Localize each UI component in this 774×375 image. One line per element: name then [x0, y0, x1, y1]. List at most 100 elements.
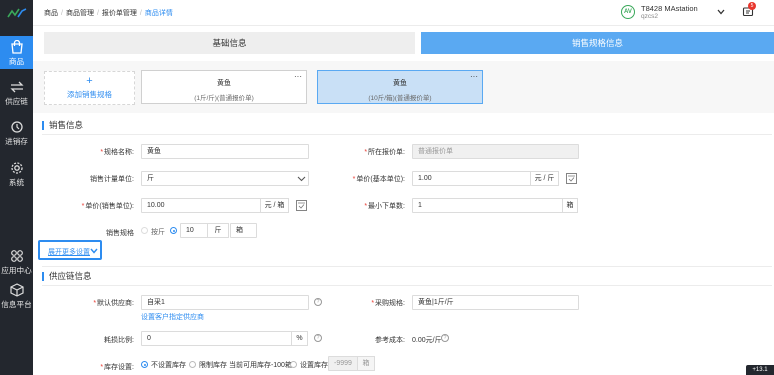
- chevron-down-icon[interactable]: [716, 8, 726, 16]
- top-bar: 商品 / 商品管理 / 报价单管理 / 商品详情 AV T8428 MAstation qz…: [33, 0, 774, 26]
- default-supplier-input[interactable]: 自采1: [141, 295, 309, 310]
- chevron-down-icon: [90, 248, 98, 254]
- loss-ratio-input[interactable]: 0: [141, 331, 292, 346]
- sidebar: 商品 供应链 进销存 系统 应用中心 信息平台: [0, 0, 33, 375]
- calculator-icon[interactable]: [296, 200, 307, 211]
- sale-price-unit: 元 / 箱: [260, 198, 289, 213]
- limit-stock-radio[interactable]: [189, 361, 196, 368]
- reference-cost-value: 0.00元/斤: [412, 337, 442, 344]
- sales-unit-label: 销售计量单位:: [90, 176, 134, 183]
- min-order-input[interactable]: 1: [412, 198, 563, 213]
- sidebar-item-label: 进销存: [5, 137, 28, 146]
- help-icon[interactable]: ?: [314, 334, 322, 342]
- store-name[interactable]: T8428 MAstation: [641, 4, 698, 13]
- calculator-icon[interactable]: [566, 173, 577, 184]
- sidebar-item-label: 供应链: [5, 97, 28, 106]
- chevron-down-icon[interactable]: [297, 176, 306, 182]
- quote-sheet-label: *所在报价单:: [364, 149, 405, 156]
- breadcrumb: 商品 / 商品管理 / 报价单管理 / 商品详情: [44, 10, 173, 17]
- sales-unit-select[interactable]: 斤: [141, 171, 309, 186]
- base-price-label: *单价(基本单位):: [352, 176, 405, 183]
- stock-setting-label: *库存设置:: [100, 364, 134, 371]
- base-price-input[interactable]: 1.00: [412, 171, 531, 186]
- expand-more-settings-label: 展开更多设置: [48, 249, 90, 256]
- store-avatar[interactable]: AV: [621, 5, 635, 19]
- add-sales-spec-label: 添加销售规格: [67, 90, 112, 99]
- tab-basic-info[interactable]: 基础信息: [44, 32, 415, 54]
- shopping-bag-icon: [10, 40, 23, 54]
- spec-name-input[interactable]: 黄鱼: [141, 144, 309, 159]
- stock-qty-unit: 箱: [357, 356, 375, 371]
- notification-count-badge: 5: [748, 2, 756, 10]
- spec-card-detail: (10斤/箱)(普通报价单): [368, 95, 432, 102]
- breadcrumb-current: 商品详情: [144, 10, 173, 17]
- sale-price-label: *单价(销售单位):: [81, 203, 134, 210]
- sidebar-item-supply-chain[interactable]: 供应链: [0, 80, 33, 107]
- spec-card[interactable]: ··· 黄鱼 (1斤/斤)(普通报价单): [141, 70, 307, 104]
- sidebar-item-label: 信息平台: [1, 300, 32, 309]
- sidebar-item-products[interactable]: 商品: [0, 36, 33, 69]
- app-logo-icon: [7, 8, 27, 18]
- app-center-icon: [10, 250, 23, 262]
- spec-qty-input[interactable]: 10: [180, 223, 208, 238]
- sidebar-item-system[interactable]: 系统: [0, 161, 33, 188]
- add-sales-spec-button[interactable]: + 添加销售规格: [44, 71, 135, 105]
- sidebar-item-label: 系统: [8, 178, 25, 187]
- cube-icon: [9, 283, 24, 297]
- sidebar-item-inventory[interactable]: 进销存: [0, 120, 33, 147]
- sidebar-item-info-platform[interactable]: 信息平台: [0, 283, 33, 310]
- min-order-label: *最小下单数:: [364, 203, 405, 210]
- purchase-spec-label: *采购规格:: [371, 300, 405, 307]
- exchange-icon: [9, 81, 24, 93]
- inventory-icon: [10, 121, 23, 133]
- section-title-supply-info: 供应链信息: [42, 272, 92, 281]
- spec-by-pack-radio[interactable]: [170, 227, 177, 234]
- sidebar-item-label: 商品: [8, 57, 25, 66]
- section-title-sales-info: 销售信息: [42, 121, 83, 130]
- divider: [42, 285, 772, 286]
- spec-name-label: *规格名称:: [100, 149, 134, 156]
- expand-more-settings-button[interactable]: 展开更多设置: [38, 240, 102, 260]
- spec-pack-unit-input[interactable]: 箱: [230, 223, 257, 238]
- sidebar-item-app-center[interactable]: 应用中心: [0, 249, 33, 276]
- stock-qty-input: -9999: [328, 356, 358, 371]
- divider: [42, 266, 772, 267]
- sales-spec-label: 销售规格: [106, 230, 134, 237]
- no-stock-label: 不设置库存: [151, 362, 186, 369]
- version-tag: +13.1: [746, 365, 774, 375]
- more-horizontal-icon[interactable]: ···: [294, 72, 302, 81]
- sidebar-item-label: 应用中心: [1, 266, 32, 275]
- min-order-unit: 箱: [562, 198, 578, 213]
- spec-card-name: 黄鱼: [393, 80, 407, 87]
- breadcrumb-item[interactable]: 商品: [44, 10, 58, 17]
- spec-card-selected[interactable]: ··· 黄鱼 (10斤/箱)(普通报价单): [317, 70, 483, 104]
- divider: [42, 134, 772, 135]
- loss-ratio-label: 耗损比例:: [104, 337, 134, 344]
- spec-card-name: 黄鱼: [217, 80, 231, 87]
- set-stock-label: 设置库存: [300, 362, 328, 369]
- purchase-spec-input[interactable]: 黄鱼|1斤/斤: [412, 295, 579, 310]
- loss-ratio-unit: %: [291, 331, 308, 346]
- limit-stock-label: 限制库存 当前可用库存-100箱: [199, 362, 292, 369]
- tab-sales-spec-info[interactable]: 销售规格信息: [421, 32, 774, 54]
- spec-by-jin-label: 按斤: [151, 229, 165, 236]
- more-horizontal-icon[interactable]: ···: [470, 72, 478, 81]
- breadcrumb-item[interactable]: 报价单管理: [102, 10, 137, 17]
- sale-price-input[interactable]: 10.00: [141, 198, 261, 213]
- quote-sheet-input: 普通报价单: [412, 144, 579, 159]
- spec-by-jin-radio[interactable]: [141, 227, 148, 234]
- no-stock-radio[interactable]: [141, 361, 148, 368]
- spec-card-detail: (1斤/斤)(普通报价单): [194, 95, 254, 102]
- help-icon[interactable]: ?: [441, 334, 449, 342]
- base-price-unit: 元 / 斤: [530, 171, 559, 186]
- set-customer-supplier-link[interactable]: 设置客户指定供应商: [141, 312, 204, 322]
- reference-cost-label: 参考成本:: [375, 337, 405, 344]
- default-supplier-label: *默认供应商:: [93, 300, 134, 307]
- plus-icon: +: [86, 75, 93, 87]
- store-code: qzcs2: [641, 13, 658, 20]
- set-stock-radio[interactable]: [290, 361, 297, 368]
- breadcrumb-item[interactable]: 商品管理: [66, 10, 94, 17]
- spec-qty-unit: 斤: [207, 223, 229, 238]
- help-icon[interactable]: ?: [314, 298, 322, 306]
- gear-icon: [10, 162, 23, 174]
